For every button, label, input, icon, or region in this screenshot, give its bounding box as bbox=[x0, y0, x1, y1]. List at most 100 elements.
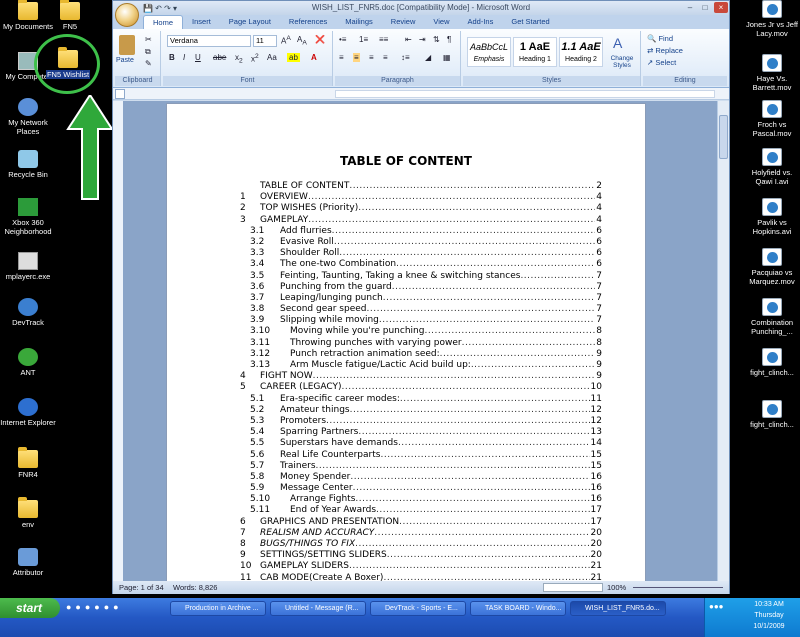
toc-row[interactable]: 3.2 Evasive Roll 6 bbox=[240, 237, 602, 248]
desktop-icon-internet-explorer[interactable]: Internet Explorer bbox=[0, 398, 56, 427]
style-heading-1[interactable]: 1 AaE Heading 1 bbox=[513, 37, 557, 67]
desktop-file-combination-punching[interactable]: Combination Punching_... bbox=[744, 298, 800, 336]
tab-page-layout[interactable]: Page Layout bbox=[220, 15, 280, 29]
toc-row[interactable]: TABLE OF CONTENT 2 bbox=[240, 181, 602, 192]
font-size-combo[interactable]: 11 bbox=[253, 35, 277, 47]
line-spacing-icon[interactable]: ↕≡ bbox=[401, 53, 410, 62]
justify-icon[interactable]: ≡ bbox=[383, 53, 388, 62]
desktop-icon-ant[interactable]: ANT bbox=[0, 348, 56, 377]
toc-row[interactable]: 5.7 Trainers 15 bbox=[240, 461, 602, 472]
start-button[interactable]: start bbox=[0, 598, 60, 618]
toc-row[interactable]: 8 BUGS/THINGS TO FIX 20 bbox=[240, 539, 602, 550]
desktop-icon-env[interactable]: env bbox=[0, 497, 56, 529]
desktop-file-pacquiao-marquez[interactable]: Pacquiao vs Marquez.mov bbox=[744, 248, 800, 286]
desktop-icon-network[interactable]: My Network Places bbox=[0, 98, 56, 136]
tray-icons[interactable]: ●●● bbox=[709, 602, 724, 611]
word-count[interactable]: Words: 8,826 bbox=[173, 581, 217, 594]
paste-button[interactable]: Paste bbox=[116, 57, 134, 64]
zoom-level[interactable]: 100% bbox=[607, 581, 626, 594]
desktop-file-fight-clinch-1[interactable]: fight_clinch... bbox=[744, 348, 800, 377]
cut-icon[interactable]: ✂ bbox=[145, 35, 152, 44]
subscript-button[interactable]: x2 bbox=[235, 53, 243, 65]
toc-row[interactable]: 3 GAMEPLAY 4 bbox=[240, 215, 602, 226]
style-emphasis[interactable]: AaBbCcL Emphasis bbox=[467, 37, 511, 67]
tab-add-ins[interactable]: Add-Ins bbox=[459, 15, 503, 29]
tab-insert[interactable]: Insert bbox=[183, 15, 220, 29]
tab-review[interactable]: Review bbox=[382, 15, 425, 29]
toc-row[interactable]: 5.4 Sparring Partners 13 bbox=[240, 427, 602, 438]
borders-icon[interactable]: ▦ bbox=[443, 53, 451, 62]
change-styles-button[interactable]: Change Styles bbox=[605, 55, 639, 69]
select-button[interactable]: ↗ Select bbox=[647, 58, 676, 67]
highlight-icon[interactable]: ab bbox=[287, 53, 300, 62]
desktop-file-jones-lacy[interactable]: Jones Jr vs Jeff Lacy.mov bbox=[744, 0, 800, 38]
font-color-icon[interactable]: A bbox=[311, 53, 317, 62]
maximize-button[interactable]: □ bbox=[698, 2, 712, 13]
desktop-file-fight-clinch-2[interactable]: fight_clinch... bbox=[744, 400, 800, 429]
replace-button[interactable]: ⇄ Replace bbox=[647, 46, 683, 55]
toc-row[interactable]: 5.11 End of Year Awards 17 bbox=[240, 505, 602, 516]
page-count[interactable]: Page: 1 of 34 bbox=[119, 581, 164, 594]
scrollbar-thumb[interactable] bbox=[719, 115, 728, 159]
task-devtrack[interactable]: DevTrack - Sports - E... bbox=[370, 601, 466, 616]
toc-row[interactable]: 2 TOP WISHES (Priority) 4 bbox=[240, 203, 602, 214]
clock-time[interactable]: 10:33 AM bbox=[739, 601, 799, 608]
font-name-combo[interactable]: Verdana bbox=[167, 35, 251, 47]
close-button[interactable]: × bbox=[714, 2, 728, 13]
toc-row[interactable]: 5.6 Real Life Counterparts 15 bbox=[240, 450, 602, 461]
decrease-indent-icon[interactable]: ⇤ bbox=[405, 35, 412, 44]
task-production-archive[interactable]: Production in Archive ... bbox=[170, 601, 266, 616]
toc-row[interactable]: 3.6 Punching from the guard 7 bbox=[240, 282, 602, 293]
tab-selector-icon[interactable] bbox=[115, 89, 125, 99]
toc-row[interactable]: 3.5 Feinting, Taunting, Taking a knee & s… bbox=[240, 271, 602, 282]
tab-home[interactable]: Home bbox=[143, 15, 184, 29]
superscript-button[interactable]: x2 bbox=[251, 53, 259, 64]
increase-indent-icon[interactable]: ⇥ bbox=[419, 35, 426, 44]
tab-mailings[interactable]: Mailings bbox=[336, 15, 382, 29]
toc-row[interactable]: 5.2 Amateur things 12 bbox=[240, 405, 602, 416]
copy-icon[interactable]: ⧉ bbox=[145, 47, 151, 57]
align-center-icon[interactable]: ≡ bbox=[353, 53, 360, 62]
shading-icon[interactable]: ◢ bbox=[425, 53, 431, 62]
toc-row[interactable]: 5 CAREER (LEGACY) 10 bbox=[240, 382, 602, 393]
bullets-icon[interactable]: •≡ bbox=[339, 35, 346, 44]
horizontal-ruler[interactable] bbox=[113, 88, 729, 100]
desktop-icon-mplayer[interactable]: mplayerc.exe bbox=[0, 252, 56, 281]
multilevel-list-icon[interactable]: ≡≡ bbox=[379, 35, 388, 44]
desktop-icon-fnr4[interactable]: FNR4 bbox=[0, 447, 56, 479]
strikethrough-button[interactable]: abe bbox=[213, 53, 226, 62]
toc-row[interactable]: 5.9 Message Center 16 bbox=[240, 483, 602, 494]
zoom-slider[interactable] bbox=[633, 587, 723, 588]
desktop-file-froch-pascal[interactable]: Froch vs Pascal.mov bbox=[744, 100, 800, 138]
toc-row[interactable]: 5.10 Arrange Fights 16 bbox=[240, 494, 602, 505]
toc-row[interactable]: 11 CAB MODE(Create A Boxer) 21 bbox=[240, 573, 602, 581]
document-page[interactable]: TABLE OF CONTENT TABLE OF CONTENT21OVERV… bbox=[166, 103, 646, 581]
show-formatting-icon[interactable]: ¶ bbox=[447, 35, 451, 44]
task-untitled-message[interactable]: Untitled - Message (R... bbox=[270, 601, 366, 616]
desktop-icon-fn5[interactable]: FN5 bbox=[42, 0, 98, 31]
toc-row[interactable]: 5.1 Era-specific career modes: 11 bbox=[240, 394, 602, 405]
task-task-board[interactable]: TASK BOARD - Windo... bbox=[470, 601, 566, 616]
desktop-file-pavlik-hopkins[interactable]: Pavlik vs Hopkins.avi bbox=[744, 198, 800, 236]
bold-button[interactable]: B bbox=[169, 53, 175, 62]
toc-row[interactable]: 3.3 Shoulder Roll 6 bbox=[240, 248, 602, 259]
view-buttons[interactable] bbox=[543, 583, 603, 592]
change-case-icon[interactable]: Aa bbox=[267, 53, 277, 62]
minimize-button[interactable]: – bbox=[683, 2, 697, 13]
toc-row[interactable]: 3.11 Throwing punches with varying power 8 bbox=[240, 338, 602, 349]
vertical-scrollbar[interactable] bbox=[717, 101, 729, 581]
toc-row[interactable]: 5.5 Superstars have demands 14 bbox=[240, 438, 602, 449]
sort-icon[interactable]: ⇅ bbox=[433, 35, 440, 44]
tab-references[interactable]: References bbox=[280, 15, 336, 29]
italic-button[interactable]: I bbox=[183, 53, 185, 62]
quick-launch-icons[interactable]: ●●●●●● bbox=[66, 602, 123, 612]
desktop-icon-attributor[interactable]: Attributor bbox=[0, 548, 56, 577]
numbering-icon[interactable]: 1≡ bbox=[359, 35, 368, 44]
desktop-file-haye-barrett[interactable]: Haye Vs. Barrett.mov bbox=[744, 54, 800, 92]
desktop-icon-devtrack[interactable]: DevTrack bbox=[0, 298, 56, 327]
toc-row[interactable]: 3.12 Punch retraction animation seed: 9 bbox=[240, 349, 602, 360]
toc-row[interactable]: 3.10 Moving while you're punching 8 bbox=[240, 326, 602, 337]
shrink-font-icon[interactable]: AA bbox=[297, 35, 307, 47]
clear-formatting-icon[interactable]: ❌ bbox=[315, 35, 325, 44]
toc-row[interactable]: 3.13 Arm Muscle fatigue/Lactic Acid build… bbox=[240, 360, 602, 371]
